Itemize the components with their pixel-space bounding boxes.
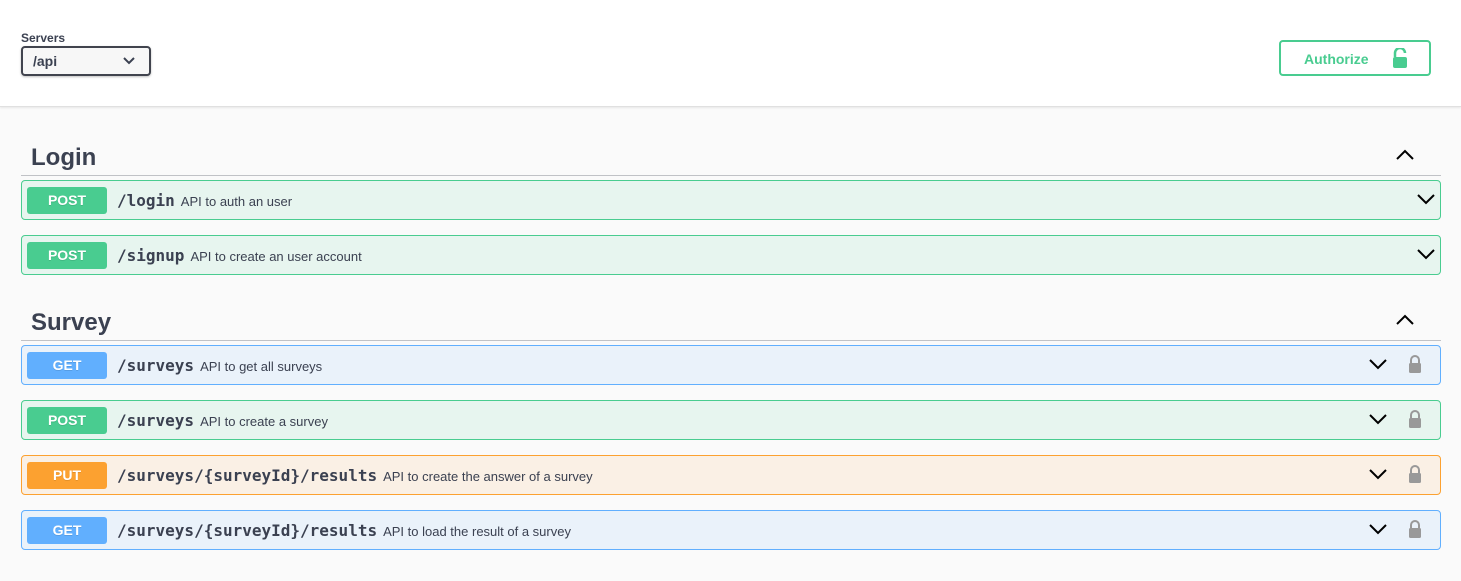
method-badge: GET — [27, 517, 107, 544]
method-badge: POST — [27, 242, 107, 269]
method-badge: PUT — [27, 462, 107, 489]
operation-description: API to create the answer of a survey — [383, 469, 593, 484]
operation-path: /surveys — [117, 356, 195, 375]
operation-post-login[interactable]: POST /login API to auth an user — [21, 180, 1441, 220]
lock-icon[interactable] — [1408, 354, 1422, 374]
operation-post-surveys[interactable]: POST /surveys API to create a survey — [21, 400, 1441, 440]
operation-get-survey-results[interactable]: GET /surveys/{surveyId}/results API to lo… — [21, 510, 1441, 550]
chevron-up-icon — [1396, 149, 1414, 160]
tag-title: Login — [31, 144, 97, 171]
operation-path: /surveys/{surveyId}/results — [117, 521, 378, 540]
chevron-down-icon — [123, 57, 135, 65]
operation-path: /surveys — [117, 411, 195, 430]
operation-post-signup[interactable]: POST /signup API to create an user accoun… — [21, 235, 1441, 275]
authorize-button[interactable]: Authorize — [1279, 40, 1431, 76]
chevron-down-icon[interactable] — [1369, 468, 1387, 480]
method-badge: GET — [27, 352, 107, 379]
chevron-down-icon[interactable] — [1417, 193, 1435, 205]
authorize-label: Authorize — [1304, 51, 1369, 67]
method-badge: POST — [27, 407, 107, 434]
chevron-up-icon — [1396, 314, 1414, 325]
operation-description: API to auth an user — [180, 194, 293, 209]
operation-description: API to get all surveys — [200, 359, 323, 374]
servers-label: Servers — [21, 31, 66, 45]
operation-description: API to create a survey — [200, 414, 328, 429]
tag-login[interactable]: Login — [21, 135, 1441, 176]
operation-description: API to load the result of a survey — [383, 524, 571, 539]
lock-icon[interactable] — [1408, 409, 1422, 429]
chevron-down-icon[interactable] — [1369, 413, 1387, 425]
unlock-icon — [1393, 48, 1407, 68]
tag-survey[interactable]: Survey — [21, 300, 1441, 341]
operation-put-survey-results[interactable]: PUT /surveys/{surveyId}/results API to cr… — [21, 455, 1441, 495]
operation-path: /surveys/{surveyId}/results — [117, 466, 378, 485]
chevron-down-icon[interactable] — [1369, 523, 1387, 535]
scheme-container: Servers /api Authorize — [0, 0, 1461, 107]
tag-title: Survey — [31, 309, 112, 336]
operation-get-surveys[interactable]: GET /surveys API to get all surveys — [21, 345, 1441, 385]
operation-description: API to create an user account — [190, 249, 362, 264]
lock-icon[interactable] — [1408, 519, 1422, 539]
chevron-down-icon[interactable] — [1369, 358, 1387, 370]
lock-icon[interactable] — [1408, 464, 1422, 484]
method-badge: POST — [27, 187, 107, 214]
server-select-value: /api — [33, 53, 58, 69]
server-select[interactable]: /api — [21, 46, 151, 76]
operation-path: /signup — [117, 246, 185, 265]
operation-path: /login — [117, 191, 175, 210]
chevron-down-icon[interactable] — [1417, 248, 1435, 260]
